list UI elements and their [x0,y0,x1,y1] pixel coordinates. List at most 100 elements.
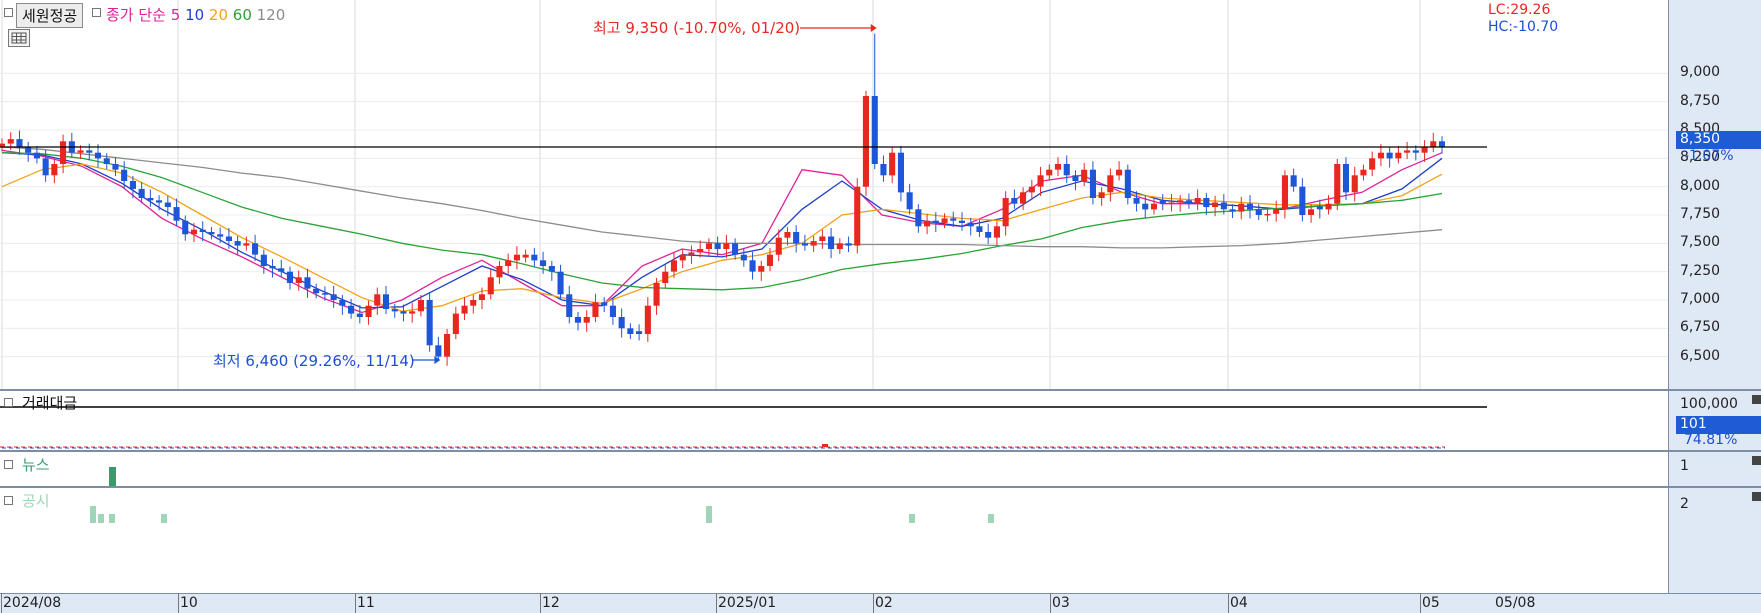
candle-body [51,164,58,176]
candle-body [880,164,887,176]
candle-body [862,96,869,187]
volume-chart [0,406,1487,449]
candle-body [670,260,677,272]
price-panel[interactable] [0,0,1669,390]
candle-body [365,305,372,317]
candle-body [897,152,904,193]
price-axis-tick: 7,250 [1680,262,1721,279]
candle-body [330,294,337,300]
candle-body [1308,209,1315,215]
candle-body [854,186,861,246]
candle-body [487,277,494,295]
candle-body [714,243,721,249]
candle-body [1072,175,1079,181]
volume-close-icon[interactable] [1752,395,1761,404]
candle-body [1377,152,1384,159]
candle-body [1438,141,1445,147]
candle-body [208,232,215,235]
disclosure-panel[interactable] [0,488,1669,593]
news-panel[interactable] [0,452,1669,487]
disclosure-close-icon[interactable] [1752,492,1761,501]
disclosure-bar [161,514,167,523]
candle-body [1212,202,1219,207]
date-axis-tick [873,593,874,613]
volume-axis-tick: 100,000 [1680,396,1738,412]
candle-body [505,260,512,266]
candle-body [697,249,704,253]
ma-menu-icon[interactable] [92,8,101,17]
current-price-badge: 8,350 [1676,131,1761,149]
candle-body [924,220,931,227]
ma-legend-item-120[interactable]: 120 [252,6,286,24]
candle-body [513,254,520,261]
candle-body [156,200,163,203]
candle-body [958,220,965,223]
candle-body [409,311,416,314]
candle-body [732,243,739,255]
ma-legend-item-10[interactable]: 10 [180,6,204,24]
price-axis-tick: 7,000 [1680,291,1721,307]
candle-body [33,152,40,159]
price-chart[interactable] [0,0,1669,390]
candle-body [985,232,992,238]
candle-body [574,317,581,323]
candle-body [723,243,730,249]
lc-value: LC:29.26 [1488,2,1551,18]
candle-body [1360,169,1367,176]
date-axis-label: 2024/08 [3,595,62,611]
candle-body [566,294,573,317]
candle-body [374,294,381,306]
candle-body [1098,192,1105,198]
candle-body [1290,175,1297,187]
grid-table-icon[interactable] [8,29,30,47]
date-axis-label: 03 [1052,595,1070,611]
ma-legend-item-20[interactable]: 20 [204,6,228,24]
date-axis-tick [1420,593,1421,613]
candle-body [400,311,407,314]
volume-panel[interactable] [0,391,1669,451]
candle-body [1255,209,1262,215]
low-arrow-head [434,356,441,364]
date-axis-tick [178,593,179,613]
candle-body [1351,175,1358,193]
candle-body [295,277,302,283]
news-close-icon[interactable] [1752,456,1761,465]
candle-body [382,294,389,309]
candle-body [1028,186,1035,193]
low-annotation: 최저 6,460 (29.26%, 11/14) [213,352,415,370]
candle-body [1334,164,1341,204]
candle-body [94,152,101,159]
news-menu-icon[interactable] [4,460,13,469]
candle-body [1203,198,1210,208]
candle-body [749,260,756,272]
volume-menu-icon[interactable] [4,398,13,407]
disclosure-bar [90,506,96,523]
candle-body [452,313,459,334]
candle-body [304,277,311,289]
disclosure-menu-icon[interactable] [4,496,13,505]
candle-body [836,243,843,249]
candle-body [1238,203,1245,212]
ma-legend-item-60[interactable]: 60 [228,6,252,24]
ma-legend-item-5[interactable]: 5 [171,6,181,24]
stock-name-button[interactable]: 세원정공 [16,3,84,28]
date-axis-label: 10 [180,595,198,611]
candle-body [1386,152,1393,159]
candle-body [470,300,477,306]
panel-menu-icon[interactable] [4,8,13,17]
ma-title: 종가 단순 [106,6,166,24]
disclosure-title: 공시 [22,492,50,510]
ma-legend[interactable]: 종가 단순 5 10 20 60 120 [106,4,285,25]
candle-body [828,236,835,249]
candle-body [164,202,171,207]
candle-body [217,234,224,237]
date-axis-label: 05/08 [1495,595,1536,611]
candle-body [1299,186,1306,215]
candle-body [705,243,712,249]
candle-body [1011,198,1018,204]
candle-body [915,209,922,227]
price-axis-tick: 7,500 [1680,234,1721,251]
candle-body [77,150,84,153]
candle-body [810,241,817,246]
candle-body [1177,200,1184,203]
